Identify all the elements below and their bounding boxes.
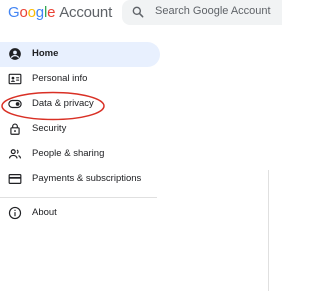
logo-letter: o [27,4,36,21]
sidebar-item-security[interactable]: Security [0,117,160,142]
sidebar-item-label: Data & privacy [32,98,94,109]
search-icon[interactable] [131,5,145,19]
lock-icon [10,123,20,135]
sidebar-item-home[interactable]: Home [0,42,160,67]
google-account-logo[interactable]: Google Account [8,4,112,22]
sidebar-item-label: Home [32,48,59,59]
credit-card-icon [8,174,22,184]
sidebar-item-label: People & sharing [32,148,105,159]
search-input[interactable]: Search Google Account [155,5,271,17]
search-bar[interactable]: Search Google Account [122,0,282,25]
sidebar-item-people-sharing[interactable]: People & sharing [0,142,160,167]
logo-letter: o [19,4,28,21]
content-panel-edge [268,170,269,291]
sidebar-divider [0,197,157,198]
people-icon [8,149,22,159]
sidebar-item-payments-subscriptions[interactable]: Payments & subscriptions [0,167,160,192]
sidebar-item-data-privacy[interactable]: Data & privacy [0,92,160,117]
sidebar-item-label: Personal info [32,73,88,84]
logo-letter: G [8,4,20,21]
account-circle-icon [9,48,21,60]
sidebar-item-label: Security [32,123,67,134]
info-icon [8,206,22,220]
sidebar-item-about[interactable]: About [0,201,160,226]
google-account-page: Google Account Search Google Account Home [0,0,282,291]
sidebar-nav: Home Personal info Data & privacy Securi… [0,42,160,226]
sidebar-item-label: Payments & subscriptions [32,173,142,184]
toggle-icon [8,99,22,109]
logo-letter: e [47,4,56,21]
logo-product-name: Account [59,4,113,21]
logo-letter: g [35,4,44,21]
sidebar-item-personal-info[interactable]: Personal info [0,67,160,92]
id-card-icon [8,73,22,85]
sidebar-item-label: About [32,207,57,218]
